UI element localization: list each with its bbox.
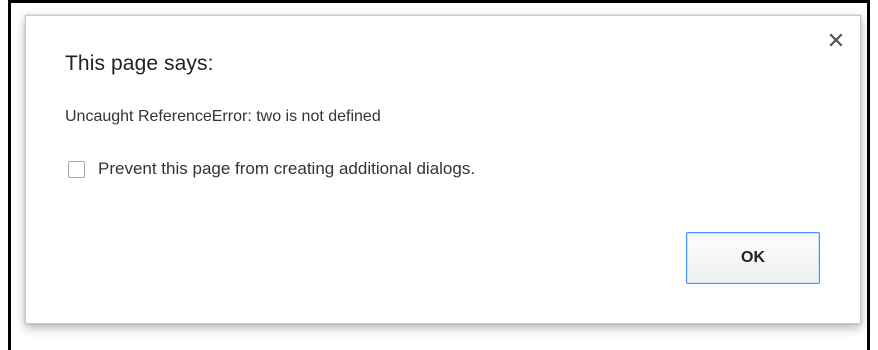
browser-viewport-right-edge bbox=[867, 0, 870, 350]
close-icon bbox=[828, 32, 844, 48]
ok-button[interactable]: OK bbox=[686, 232, 820, 284]
close-button[interactable] bbox=[828, 32, 844, 48]
prevent-dialogs-option[interactable]: Prevent this page from creating addition… bbox=[68, 159, 475, 179]
browser-viewport-left-edge bbox=[8, 0, 11, 350]
prevent-dialogs-label[interactable]: Prevent this page from creating addition… bbox=[98, 159, 475, 179]
javascript-alert-dialog: This page says: Uncaught ReferenceError:… bbox=[25, 15, 861, 324]
browser-viewport-top-edge bbox=[8, 0, 870, 3]
dialog-message: Uncaught ReferenceError: two is not defi… bbox=[65, 108, 381, 125]
prevent-dialogs-checkbox[interactable] bbox=[68, 160, 85, 178]
dialog-title: This page says: bbox=[65, 52, 214, 75]
